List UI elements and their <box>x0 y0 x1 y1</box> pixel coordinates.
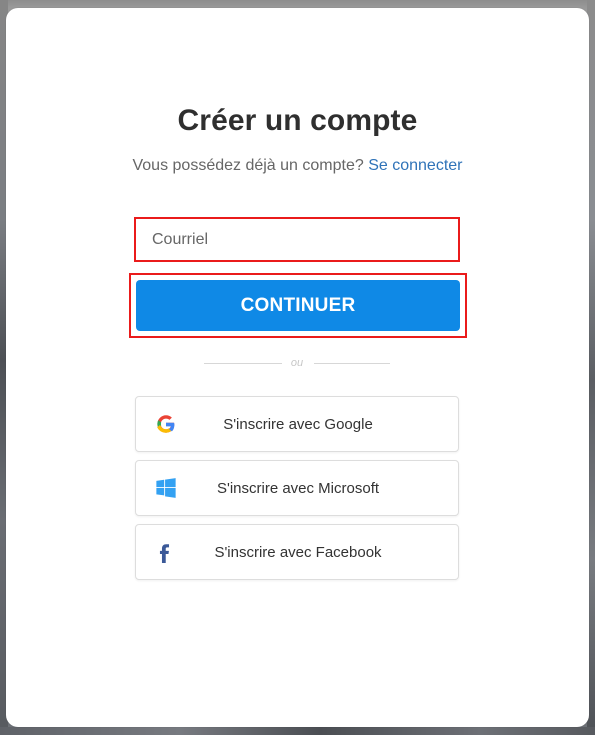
signup-modal: Créer un compte Vous possédez déjà un co… <box>6 8 589 727</box>
google-signup-label: S'inscrire avec Google <box>223 416 373 433</box>
email-field-highlight <box>134 217 460 262</box>
or-divider: ou <box>204 357 390 371</box>
google-signup-button[interactable]: S'inscrire avec Google <box>135 396 459 452</box>
divider-line-left <box>204 363 282 364</box>
facebook-signup-button[interactable]: S'inscrire avec Facebook <box>135 524 459 580</box>
login-link[interactable]: Se connecter <box>368 157 462 174</box>
page-title: Créer un compte <box>177 104 418 137</box>
login-prompt-text: Vous possédez déjà un compte? <box>132 157 364 174</box>
background-bottom-strip <box>0 727 595 735</box>
microsoft-signup-label: S'inscrire avec Microsoft <box>216 480 380 497</box>
email-input[interactable] <box>139 222 455 257</box>
divider-label: ou <box>290 357 304 369</box>
microsoft-signup-button[interactable]: S'inscrire avec Microsoft <box>135 460 459 516</box>
login-prompt: Vous possédez déjà un compte? Se connect… <box>6 157 589 175</box>
divider-line-right <box>314 363 390 364</box>
continue-button[interactable]: CONTINUER <box>136 280 460 331</box>
continue-button-highlight: CONTINUER <box>129 273 467 338</box>
facebook-signup-label: S'inscrire avec Facebook <box>214 544 382 561</box>
